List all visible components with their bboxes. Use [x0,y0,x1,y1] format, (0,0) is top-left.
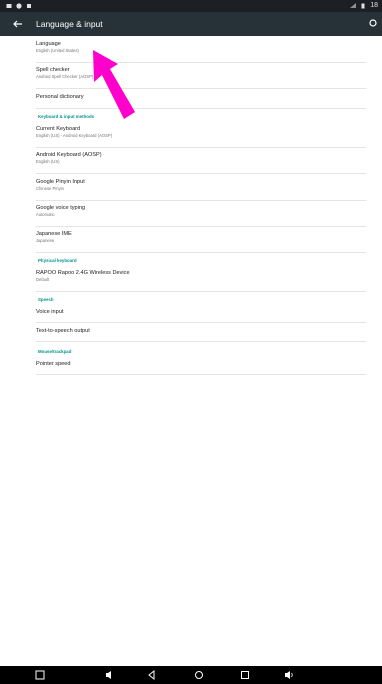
google-voice-typing-title: Google voice typing [36,205,86,211]
google-voice-typing-summary: Automatic [36,212,55,217]
recents-icon[interactable] [239,669,251,681]
voice-input-item[interactable]: Voice input [36,308,366,323]
google-voice-typing-item[interactable]: Google voice typing Automatic [36,204,366,227]
japanese-ime-item[interactable]: Japanese IME Japanese [36,230,366,253]
arrow-back-icon[interactable] [10,16,26,32]
android-keyboard-item[interactable]: Android Keyboard (AOSP) English (US) [36,151,366,174]
battery-icon [361,3,365,9]
text-to-speech-title: Text-to-speech output [36,328,90,334]
spell-checker-title: Spell checker [36,67,70,73]
android-keyboard-summary: English (US) [36,159,60,164]
section-header-physical-keyboard: Physical keyboard [38,258,77,263]
google-pinyin-item[interactable]: Google Pinyin Input Chinese Pinyin [36,178,366,201]
usb-icon [27,4,31,8]
voice-input-title: Voice input [36,309,64,315]
app-bar: Language & input [0,12,382,36]
status-bar: 18 [0,0,382,12]
screenshot-icon[interactable] [34,669,46,681]
google-pinyin-summary: Chinese Pinyin [36,186,64,191]
volume-down-icon[interactable] [103,669,115,681]
current-keyboard-title: Current Keyboard [36,126,81,132]
language-title: Language [36,41,61,47]
spell-checker-summary: Android Spell Checker (AOSP) [36,74,94,79]
info-icon [16,3,22,9]
pointer-speed-item[interactable]: Pointer speed [36,360,366,375]
text-to-speech-item[interactable]: Text-to-speech output [36,327,366,342]
google-pinyin-title: Google Pinyin Input [36,179,85,185]
language-summary: English (United States) [36,48,79,53]
home-icon[interactable] [193,669,205,681]
notification-icon [6,4,12,8]
japanese-ime-summary: Japanese [36,238,55,243]
rapoo-device-summary: Default [36,277,50,282]
android-keyboard-title: Android Keyboard (AOSP) [36,152,102,158]
personal-dictionary-item[interactable]: Personal dictionary [36,93,366,109]
back-icon[interactable] [146,669,158,681]
rapoo-device-item[interactable]: RAPOO Rapoo 2.4G Wireless Device Default [36,269,366,292]
section-header-keyboard: Keyboard & input methods [38,114,95,119]
wifi-icon [350,3,357,8]
page-title: Language & input [36,19,103,29]
current-keyboard-item[interactable]: Current Keyboard English (US) - Android … [36,125,366,148]
search-icon[interactable] [362,16,378,32]
personal-dictionary-title: Personal dictionary [36,94,84,100]
volume-up-icon[interactable] [283,669,295,681]
section-header-speech: Speech [38,297,54,302]
status-time: 18 [370,2,378,9]
rapoo-device-title: RAPOO Rapoo 2.4G Wireless Device [36,270,130,276]
navigation-bar [0,666,382,684]
spell-checker-item[interactable]: Spell checker Android Spell Checker (AOS… [36,66,366,89]
current-keyboard-summary: English (US) - Android Keyboard (AOSP) [36,133,113,138]
japanese-ime-title: Japanese IME [36,231,72,237]
section-header-mouse: Mouse/trackpad [38,349,72,354]
pointer-speed-title: Pointer speed [36,361,71,367]
language-item[interactable]: Language English (United States) [36,40,366,63]
